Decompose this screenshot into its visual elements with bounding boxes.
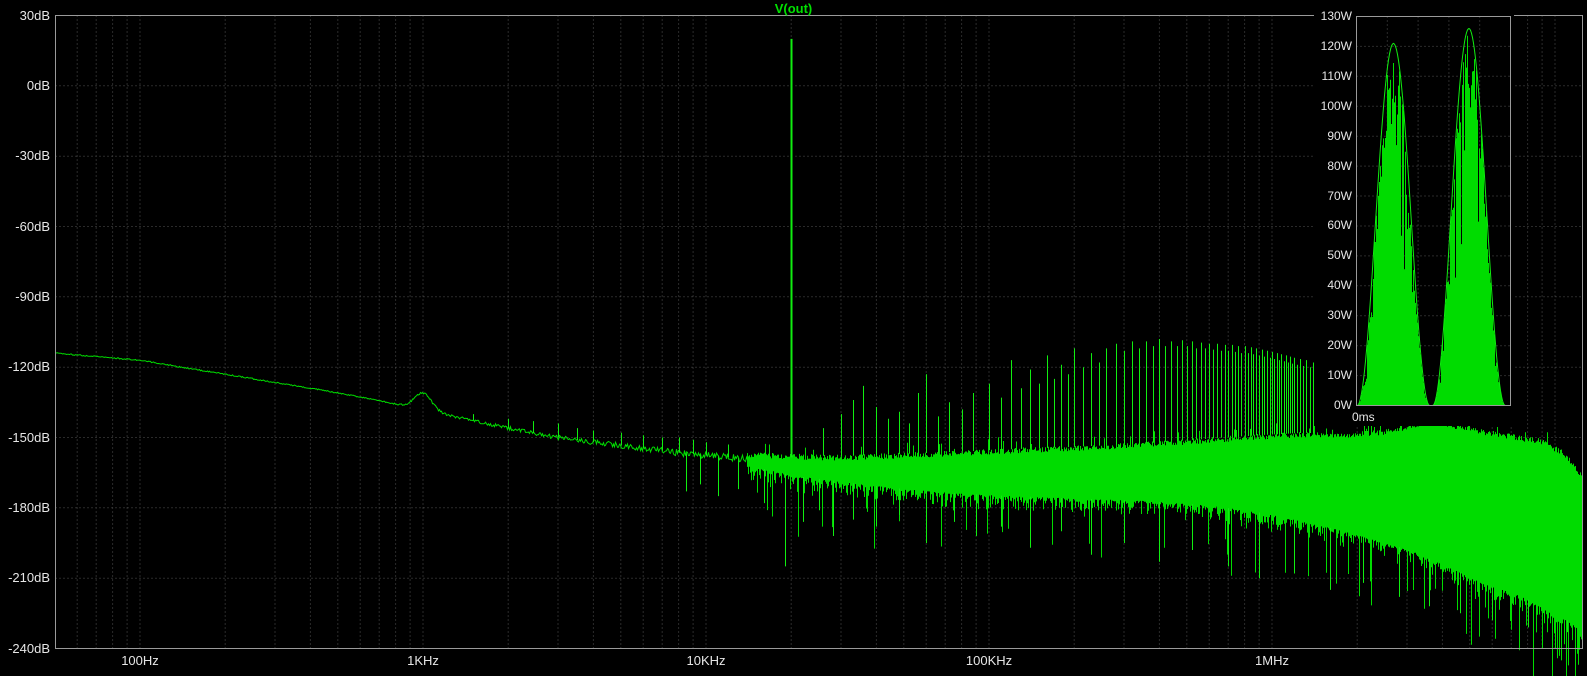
x-tick-label: 10KHz (686, 653, 726, 668)
w-tick-label: 100W (1320, 98, 1352, 113)
w-tick-label: 30W (1327, 308, 1352, 323)
y-tick-label: -240dB (8, 640, 50, 656)
w-tick-label: 90W (1327, 128, 1352, 143)
w-tick-label: 60W (1327, 218, 1352, 233)
x-tick-label: 100KHz (965, 653, 1013, 668)
w-tick-label: 130W (1320, 9, 1352, 23)
y-tick-label: -30dB (15, 148, 50, 164)
w-tick-label: 10W (1327, 368, 1352, 383)
w-tick-label: 20W (1327, 338, 1352, 353)
w-tick-label: 120W (1320, 38, 1352, 53)
w-tick-label: 110W (1321, 68, 1352, 83)
w-tick-label: 70W (1327, 188, 1352, 203)
y-tick-label: -180dB (8, 499, 50, 515)
w-tick-label: 0W (1334, 398, 1352, 412)
y-tick-label: -150dB (8, 429, 50, 445)
y-tick-label: 30dB (19, 7, 50, 23)
x-tick-label: 1KHz (407, 653, 439, 668)
y-tick-label: -60dB (15, 218, 50, 234)
x-tick-label: 100Hz (121, 653, 159, 668)
y-tick-label: 0dB (26, 77, 50, 93)
y-tick-label: -90dB (15, 288, 50, 304)
y-tick-label: -120dB (8, 359, 50, 375)
waveform-viewer: V(out) 30dB 0dB -30dB -60dB -90dB -120dB -150d… (0, 0, 1587, 676)
x-tick-label: 1MHz (1255, 653, 1289, 668)
y-tick-label: -210dB (8, 570, 50, 586)
w-tick-label: 40W (1327, 278, 1352, 293)
power-x-tick: 0ms (1352, 410, 1375, 424)
w-tick-label: 50W (1327, 248, 1352, 263)
power-pane[interactable]: 130W 120W 110W 100W 90W 80W 70W 60W 50W 40W 30W 20W… (1314, 6, 1514, 426)
w-tick-label: 80W (1327, 158, 1352, 173)
